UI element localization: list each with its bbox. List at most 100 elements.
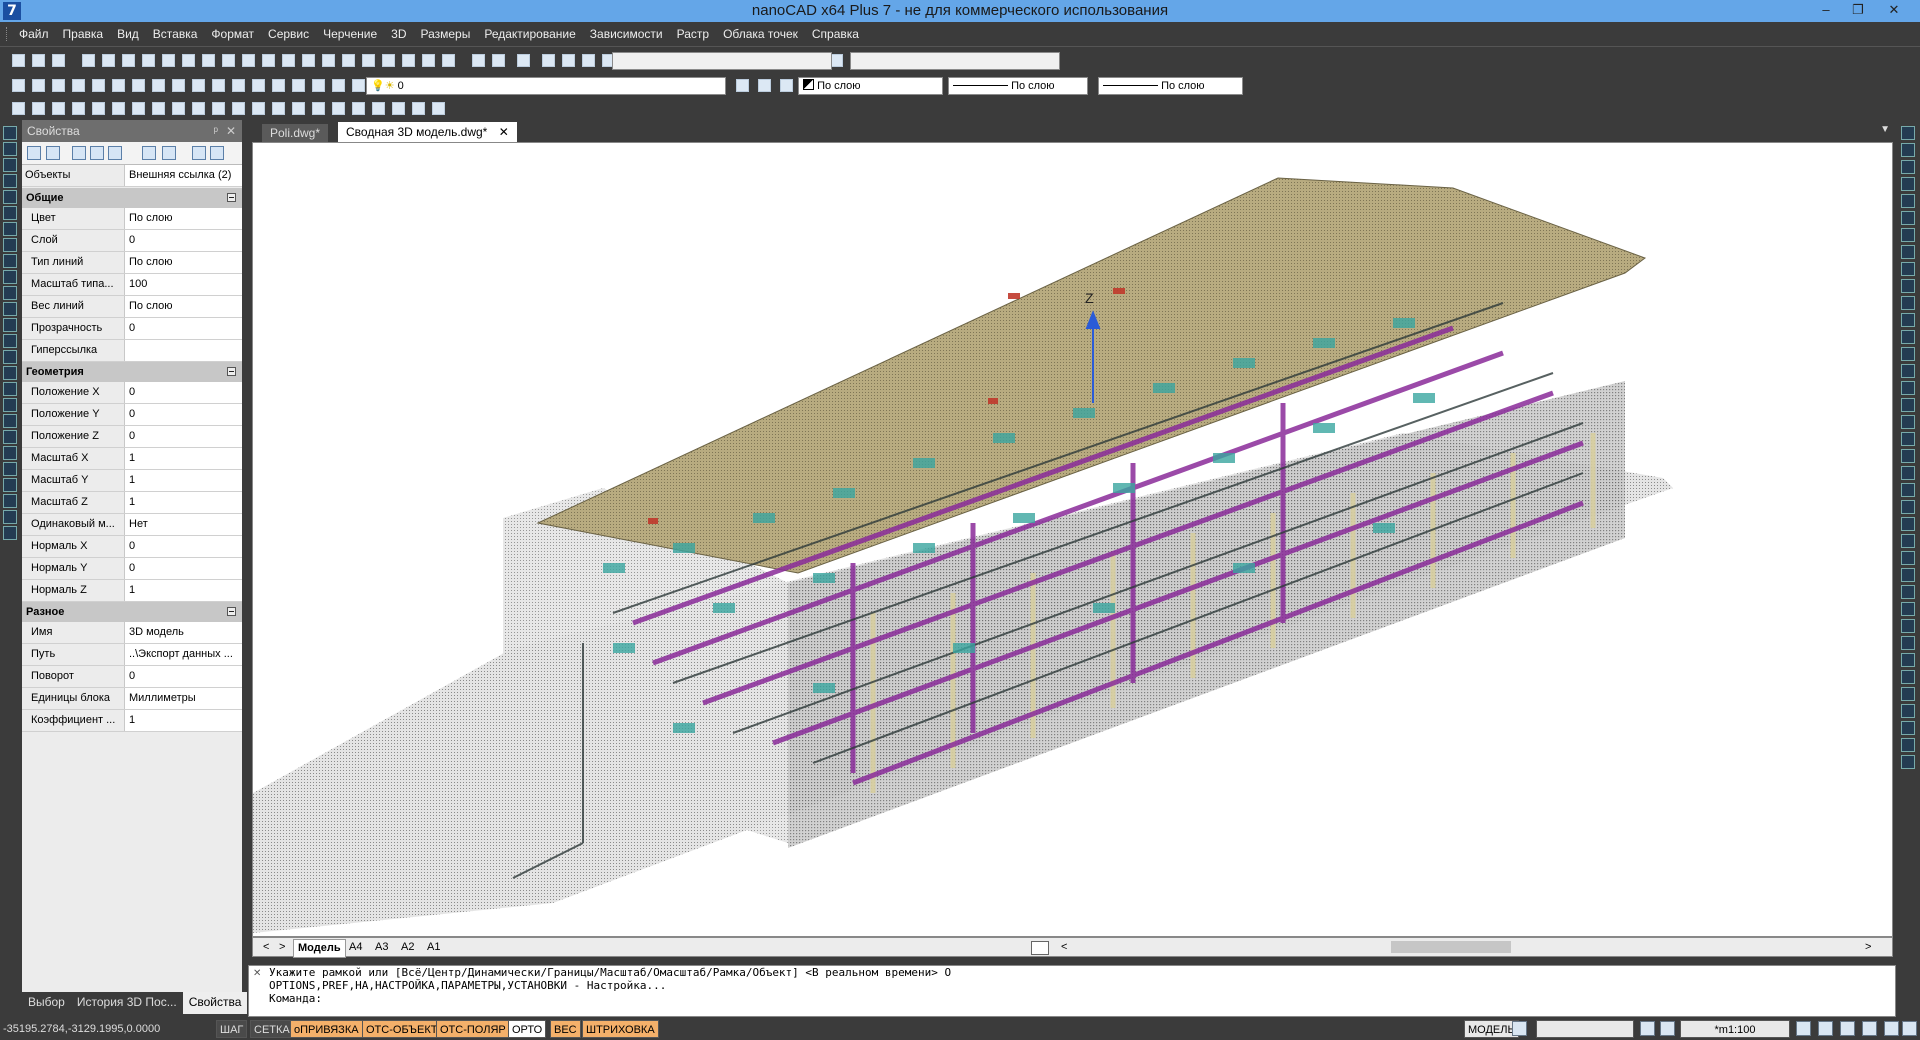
- menu-item-2[interactable]: Вид: [110, 27, 146, 41]
- layers-tool-icon-9[interactable]: [190, 77, 208, 95]
- status-icon-0[interactable]: [1512, 1021, 1527, 1036]
- layers-tool-icon-3[interactable]: [70, 77, 88, 95]
- menu-item-12[interactable]: Облака точек: [716, 27, 805, 41]
- property-value[interactable]: 0: [126, 230, 242, 251]
- modify-tool-icon-9[interactable]: [1901, 279, 1915, 293]
- views-tool-icon-17[interactable]: [350, 100, 368, 118]
- menu-item-13[interactable]: Справка: [805, 27, 866, 41]
- properties-close-icon[interactable]: ✕: [226, 120, 236, 142]
- layout-tab-a4[interactable]: A4: [345, 939, 366, 956]
- command-window[interactable]: ✕ Укажите рамкой или [Всё/Центр/Динамиче…: [248, 965, 1896, 1017]
- layers-tool-icon-12[interactable]: [250, 77, 268, 95]
- property-value[interactable]: 1: [126, 580, 242, 601]
- modify-tool-icon-7[interactable]: [1901, 245, 1915, 259]
- layout-list-icon[interactable]: [1031, 941, 1049, 955]
- standard-tool-icon-25[interactable]: [540, 52, 558, 70]
- minimize-button[interactable]: –: [1812, 0, 1840, 22]
- collapse-icon[interactable]: [227, 193, 236, 202]
- layout-prev-button[interactable]: <: [259, 939, 273, 956]
- menu-item-10[interactable]: Зависимости: [583, 27, 670, 41]
- views-tool-icon-10[interactable]: [210, 100, 228, 118]
- properties-tool-icon-1[interactable]: [46, 146, 60, 160]
- layers-tool-icon-15[interactable]: [310, 77, 328, 95]
- standard-tool-icon-0[interactable]: [10, 52, 28, 70]
- command-prompt[interactable]: Команда:: [249, 992, 1895, 1005]
- property-row[interactable]: Масштаб X1: [22, 448, 242, 470]
- property-value[interactable]: 0: [126, 666, 242, 687]
- standard-tool-icon-6[interactable]: [140, 52, 158, 70]
- views-tool-icon-5[interactable]: [110, 100, 128, 118]
- properties-tool-icon-5[interactable]: [142, 146, 156, 160]
- status-icon-3[interactable]: [1796, 1021, 1811, 1036]
- views-tool-icon-15[interactable]: [310, 100, 328, 118]
- views-tool-icon-6[interactable]: [130, 100, 148, 118]
- linetype-combo[interactable]: По слою: [948, 77, 1088, 95]
- modify-tool-icon-36[interactable]: [1901, 738, 1915, 752]
- property-row[interactable]: Одинаковый м... Нет: [22, 514, 242, 536]
- layout-next-button[interactable]: >: [275, 939, 289, 956]
- collapse-icon[interactable]: [227, 367, 236, 376]
- modify-tool-icon-14[interactable]: [1901, 364, 1915, 378]
- annotation-combo[interactable]: [1536, 1020, 1634, 1038]
- properties-tool-icon-6[interactable]: [162, 146, 176, 160]
- property-value[interactable]: 100: [126, 274, 242, 295]
- modify-tool-icon-5[interactable]: [1901, 211, 1915, 225]
- property-value[interactable]: [126, 340, 242, 361]
- views-tool-icon-16[interactable]: [330, 100, 348, 118]
- property-value[interactable]: По слою: [126, 208, 242, 229]
- modify-tool-icon-22[interactable]: [1901, 500, 1915, 514]
- layout-tab-a2[interactable]: A2: [397, 939, 418, 956]
- property-row[interactable]: Единицы блока Миллиметры: [22, 688, 242, 710]
- menu-grip[interactable]: [6, 27, 9, 41]
- modify-tool-icon-21[interactable]: [1901, 483, 1915, 497]
- status-toggle-1[interactable]: СЕТКА: [250, 1020, 294, 1038]
- close-button[interactable]: ✕: [1880, 0, 1908, 22]
- properties-tool-icon-8[interactable]: [210, 146, 224, 160]
- standard-tool-icon-7[interactable]: [160, 52, 178, 70]
- collapse-icon[interactable]: [227, 607, 236, 616]
- doc-tab-close-icon[interactable]: ✕: [499, 125, 509, 139]
- standard-tool-icon-15[interactable]: [320, 52, 338, 70]
- model-toggle[interactable]: МОДЕЛЬ: [1464, 1020, 1519, 1038]
- draw-tool-icon-23[interactable]: [3, 494, 17, 508]
- panel-tab-1[interactable]: История 3D Пос...: [71, 992, 183, 1014]
- modify-tool-icon-20[interactable]: [1901, 466, 1915, 480]
- drawing-canvas[interactable]: Z: [252, 142, 1893, 937]
- category-misc[interactable]: Разное: [22, 602, 242, 622]
- layers-tool-icon-4[interactable]: [90, 77, 108, 95]
- property-value[interactable]: 1: [126, 710, 242, 731]
- views-tool-icon-12[interactable]: [250, 100, 268, 118]
- draw-tool-icon-17[interactable]: [3, 398, 17, 412]
- restore-button[interactable]: ❐: [1844, 0, 1872, 22]
- command-close-icon[interactable]: ✕: [253, 968, 261, 979]
- toolbar-empty-combo-1[interactable]: [612, 52, 832, 70]
- layers-tool-icon-14[interactable]: [290, 77, 308, 95]
- standard-tool-icon-27[interactable]: [580, 52, 598, 70]
- property-row[interactable]: Вес линий По слою: [22, 296, 242, 318]
- properties-tool-icon-2[interactable]: [72, 146, 86, 160]
- modify-tool-icon-2[interactable]: [1901, 160, 1915, 174]
- property-value[interactable]: 1: [126, 492, 242, 513]
- modify-tool-icon-35[interactable]: [1901, 721, 1915, 735]
- property-value[interactable]: Миллиметры: [126, 688, 242, 709]
- modify-tool-icon-1[interactable]: [1901, 143, 1915, 157]
- draw-tool-icon-15[interactable]: [3, 366, 17, 380]
- layers-tool-icon-1[interactable]: [30, 77, 48, 95]
- property-row[interactable]: Цвет По слою: [22, 208, 242, 230]
- layers-tool-icon-8[interactable]: [170, 77, 188, 95]
- standard-tool-icon-19[interactable]: [400, 52, 418, 70]
- layers-tool-icon-0[interactable]: [10, 77, 28, 95]
- property-value[interactable]: 0: [126, 536, 242, 557]
- layers-tool-icon-5[interactable]: [110, 77, 128, 95]
- menu-item-3[interactable]: Вставка: [146, 27, 205, 41]
- modify-tool-icon-18[interactable]: [1901, 432, 1915, 446]
- modify-tool-icon-16[interactable]: [1901, 398, 1915, 412]
- toolbar-empty-combo-2[interactable]: [850, 52, 1060, 70]
- layers-tool-icon-10[interactable]: [210, 77, 228, 95]
- views-tool-icon-4[interactable]: [90, 100, 108, 118]
- menu-item-8[interactable]: Размеры: [413, 27, 477, 41]
- draw-tool-icon-14[interactable]: [3, 350, 17, 364]
- menu-item-0[interactable]: Файл: [12, 27, 56, 41]
- property-value[interactable]: 0: [126, 426, 242, 447]
- standard-tool-icon-5[interactable]: [120, 52, 138, 70]
